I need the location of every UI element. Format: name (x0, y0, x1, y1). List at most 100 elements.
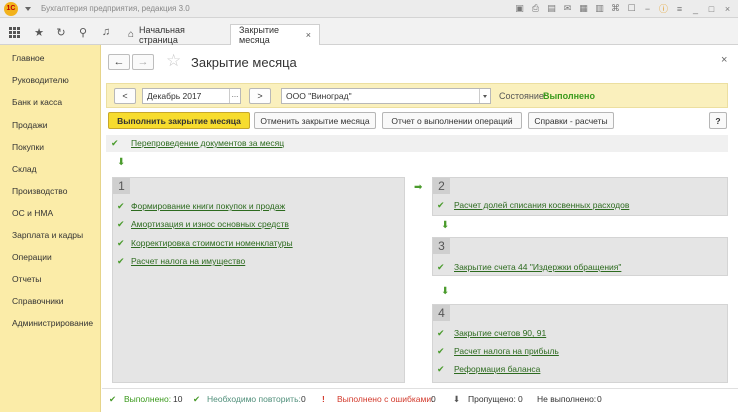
close-form-icon[interactable]: × (721, 54, 727, 66)
sidebar-item-reports[interactable]: Отчеты (12, 274, 41, 284)
status-skipped-label: Пропущено: (468, 394, 516, 404)
done-check-icon: ✔ (117, 201, 125, 211)
menu-icon[interactable]: ≡ (673, 2, 686, 15)
sidebar-item-fixed-assets[interactable]: ОС и НМА (12, 208, 53, 218)
main-menu-dropdown-icon[interactable] (23, 4, 33, 14)
sidebar-item-purchases[interactable]: Покупки (12, 142, 44, 152)
done-check-icon: ✔ (111, 138, 119, 148)
mail-icon[interactable]: ✉ (561, 2, 574, 15)
forward-button[interactable]: → (132, 54, 154, 70)
tab-month-closing-label: Закрытие месяца (239, 25, 280, 45)
bookmark-icon[interactable]: ☐ (625, 2, 638, 15)
step-link[interactable]: Корректировка стоимости номенклатуры (131, 238, 293, 248)
period-select-button[interactable]: ... (229, 89, 240, 103)
step-group-1: 1 ✔ Формирование книги покупок и продаж … (112, 177, 405, 383)
main-content: ← → ☆ Закрытие месяца × < Декабрь 2017 .… (102, 45, 738, 412)
step-group-4: 4 ✔ Закрытие счетов 90, 91 ✔ Расчет нало… (432, 304, 728, 383)
favorites-star-icon[interactable]: ★ (31, 24, 47, 40)
favorite-star-icon[interactable]: ☆ (166, 51, 181, 71)
save-icon[interactable]: ▣ (513, 2, 526, 15)
status-notdone-count: 0 (597, 394, 602, 404)
main-toolbar: ★ ↻ ⚲ ♫ ⌂ Начальная страница Закрытие ме… (0, 18, 738, 45)
organization-value: ООО "Виноград" (286, 91, 352, 101)
done-check-icon: ✔ (437, 200, 445, 210)
home-icon: ⌂ (128, 29, 135, 40)
step-group-3: 3 ✔ Закрытие счета 44 "Издержки обращени… (432, 237, 728, 276)
sidebar-item-directories[interactable]: Справочники (12, 296, 64, 306)
tab-home[interactable]: ⌂ Начальная страница (120, 24, 226, 45)
sidebar-item-manager[interactable]: Руководителю (12, 75, 69, 85)
minimize-icon[interactable]: _ (689, 2, 702, 15)
apps-grid-icon[interactable] (6, 24, 22, 40)
period-field[interactable]: Декабрь 2017 ... (142, 88, 241, 104)
status-repeat-count: 0 (301, 394, 306, 404)
done-check-icon: ✔ (117, 256, 125, 266)
tab-home-label: Начальная страница (139, 24, 185, 45)
done-check-icon: ✔ (437, 262, 445, 272)
print-icon[interactable]: ⎙ (529, 2, 542, 15)
arrow-down-icon: ⬇ (441, 220, 450, 231)
step-link[interactable]: Расчет налога на имущество (131, 256, 245, 266)
repost-row: ✔ Перепроведение документов за месяц (106, 135, 728, 152)
info-icon[interactable]: ⓘ (657, 2, 670, 15)
tab-month-closing[interactable]: Закрытие месяца × (230, 24, 320, 45)
history-icon[interactable]: ↻ (53, 24, 69, 40)
sidebar-item-administration[interactable]: Администрирование (12, 318, 93, 328)
done-check-icon: ✔ (109, 394, 117, 404)
page-title: Закрытие месяца (191, 55, 297, 70)
status-repeat-label: Необходимо повторить: (207, 394, 301, 404)
cancel-month-closing-button[interactable]: Отменить закрытие месяца (254, 112, 376, 129)
restore-icon[interactable]: □ (705, 2, 718, 15)
help-button[interactable]: ? (709, 112, 727, 129)
close-icon[interactable]: × (721, 2, 734, 15)
step-link[interactable]: Закрытие счетов 90, 91 (454, 328, 546, 338)
window-titlebar: 1С Бухгалтерия предприятия, редакция 3.0… (0, 0, 738, 18)
step-link[interactable]: Реформация баланса (454, 364, 540, 374)
run-month-closing-button[interactable]: Выполнить закрытие месяца (108, 112, 250, 129)
search-icon[interactable]: ⚲ (75, 24, 91, 40)
app-title: Бухгалтерия предприятия, редакция 3.0 (41, 4, 190, 13)
step-number: 2 (433, 178, 450, 194)
preview-icon[interactable]: ▤ (545, 2, 558, 15)
sidebar-item-payroll[interactable]: Зарплата и кадры (12, 230, 83, 240)
status-bar: ✔ Выполнено: 10 ✔ Необходимо повторить: … (102, 388, 738, 410)
prev-period-button[interactable]: < (114, 88, 136, 104)
state-label: Состояние: (499, 91, 547, 101)
back-button[interactable]: ← (108, 54, 130, 70)
step-link[interactable]: Расчет долей списания косвенных расходов (454, 200, 629, 210)
sidebar-item-sales[interactable]: Продажи (12, 120, 48, 130)
status-errors-count: 0 (431, 394, 436, 404)
done-check-icon: ✔ (437, 346, 445, 356)
operations-report-button[interactable]: Отчет о выполнении операций (382, 112, 522, 129)
step-link[interactable]: Амортизация и износ основных средств (131, 219, 289, 229)
done-check-icon: ✔ (437, 364, 445, 374)
sidebar-item-main[interactable]: Главное (12, 53, 44, 63)
next-period-button[interactable]: > (249, 88, 271, 104)
chevron-down-icon[interactable] (479, 89, 490, 103)
organization-field[interactable]: ООО "Виноград" (281, 88, 491, 104)
sidebar-item-warehouse[interactable]: Склад (12, 164, 37, 174)
tab-close-icon[interactable]: × (306, 30, 311, 40)
sidebar-item-production[interactable]: Производство (12, 186, 67, 196)
done-check-icon: ✔ (437, 328, 445, 338)
app-logo[interactable]: 1С (4, 1, 18, 16)
done-check-icon: ✔ (117, 238, 125, 248)
zoom-out-icon[interactable]: − (641, 2, 654, 15)
status-notdone-label: Не выполнено: (537, 394, 597, 404)
status-errors-label: Выполнено с ошибками: (337, 394, 434, 404)
step-link[interactable]: Формирование книги покупок и продаж (131, 201, 285, 211)
status-done-count: 10 (173, 394, 183, 404)
repeat-check-icon: ✔ (193, 394, 201, 404)
sidebar-item-operations[interactable]: Операции (12, 252, 52, 262)
arrow-right-icon: ➡ (414, 182, 423, 193)
repost-documents-link[interactable]: Перепроведение документов за месяц (131, 138, 284, 148)
calendar-icon[interactable]: ▦ (577, 2, 590, 15)
calculator-icon[interactable]: ▥ (593, 2, 606, 15)
step-link[interactable]: Закрытие счета 44 "Издержки обращения" (454, 262, 621, 272)
sidebar-item-bank[interactable]: Банк и касса (12, 97, 62, 107)
notifications-bell-icon[interactable]: ♫ (98, 24, 114, 40)
reference-calculations-button[interactable]: Справки - расчеты (528, 112, 614, 129)
status-skipped-count: 0 (518, 394, 523, 404)
link-icon[interactable]: ⌘ (609, 2, 622, 15)
step-link[interactable]: Расчет налога на прибыль (454, 346, 559, 356)
